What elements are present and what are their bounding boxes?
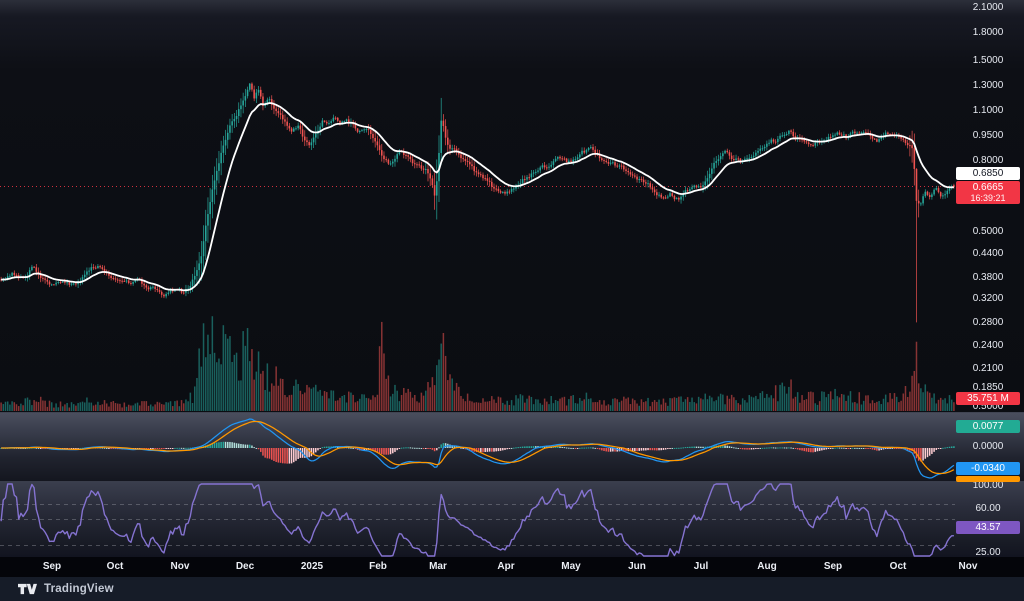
time-axis-label: Apr — [497, 561, 515, 572]
time-axis-label: Feb — [369, 561, 387, 572]
volume-value-badge: 35.751 M — [956, 392, 1020, 405]
time-axis-label: Dec — [235, 561, 255, 572]
price-axis-label: 0.5000 — [972, 226, 1004, 237]
time-axis-label: Aug — [757, 561, 777, 572]
price-axis-label: 0.2400 — [972, 340, 1004, 351]
rsi-value: 43.57 — [975, 522, 1001, 533]
pane-separator[interactable] — [0, 412, 1024, 413]
price-axis-label: 0.8000 — [972, 155, 1004, 166]
countdown-price-value: 0.6850 — [972, 168, 1004, 179]
time-axis-label: Nov — [958, 561, 978, 572]
volume-value: 35.751 M — [967, 393, 1009, 404]
time-axis-label: May — [561, 561, 581, 572]
time-axis-label: Mar — [429, 561, 447, 572]
price-axis-label: 1.1000 — [972, 105, 1004, 116]
tradingview-logo-icon[interactable] — [18, 583, 37, 595]
time-axis-label: 2025 — [300, 561, 324, 572]
price-axis-label: 1.3000 — [972, 80, 1004, 91]
last-price-badge: 0.6665 16:39:21 — [956, 181, 1020, 204]
price-axis-label: 25.00 — [975, 547, 1001, 558]
time-axis-label: Jun — [628, 561, 646, 572]
time-axis-label: Oct — [889, 561, 907, 572]
countdown-price-badge: 0.6850 — [956, 167, 1020, 180]
price-axis-label: 0.0000 — [972, 441, 1004, 452]
price-axis-label: 2.1000 — [972, 2, 1004, 13]
macd-line-badge: -0.0340 — [956, 462, 1020, 475]
tradingview-chart-window: 2.1000 1.8000 1.5000 1.3000 1.1000 0.9500 0.80… — [0, 0, 1024, 601]
price-axis-label: 60.00 — [975, 503, 1001, 514]
time-axis-label: Sep — [42, 561, 62, 572]
price-axis-label: 0.2800 — [972, 317, 1004, 328]
chart-canvas[interactable] — [0, 0, 955, 557]
macd-histogram-value: 0.0077 — [972, 421, 1004, 432]
macd-histogram-badge: 0.0077 — [956, 420, 1020, 433]
time-axis-label: Nov — [170, 561, 190, 572]
time-axis-label: Jul — [693, 561, 709, 572]
rsi-value-badge: 43.57 — [956, 521, 1020, 534]
price-axis-label: 1.8000 — [972, 27, 1004, 38]
pane-separator[interactable] — [0, 481, 1024, 482]
price-axis-label: 0.3200 — [972, 293, 1004, 304]
price-axis-label: 0.9500 — [972, 130, 1004, 141]
time-axis-label: Oct — [106, 561, 124, 572]
price-axis-label: 0.4400 — [972, 248, 1004, 259]
last-price-countdown-time: 16:39:21 — [970, 193, 1006, 203]
macd-line-value: -0.0340 — [971, 463, 1005, 474]
last-price-value: 0.6665 — [972, 182, 1004, 193]
macd-signal-badge — [956, 476, 1020, 482]
price-axis-label: 1.5000 — [972, 55, 1004, 66]
price-axis-label: 0.2100 — [972, 363, 1004, 374]
time-axis-label: Sep — [823, 561, 843, 572]
price-axis-label: 0.3800 — [972, 272, 1004, 283]
bottom-toolbar: TradingView — [0, 577, 1024, 601]
tradingview-logo-text[interactable]: TradingView — [44, 583, 114, 595]
